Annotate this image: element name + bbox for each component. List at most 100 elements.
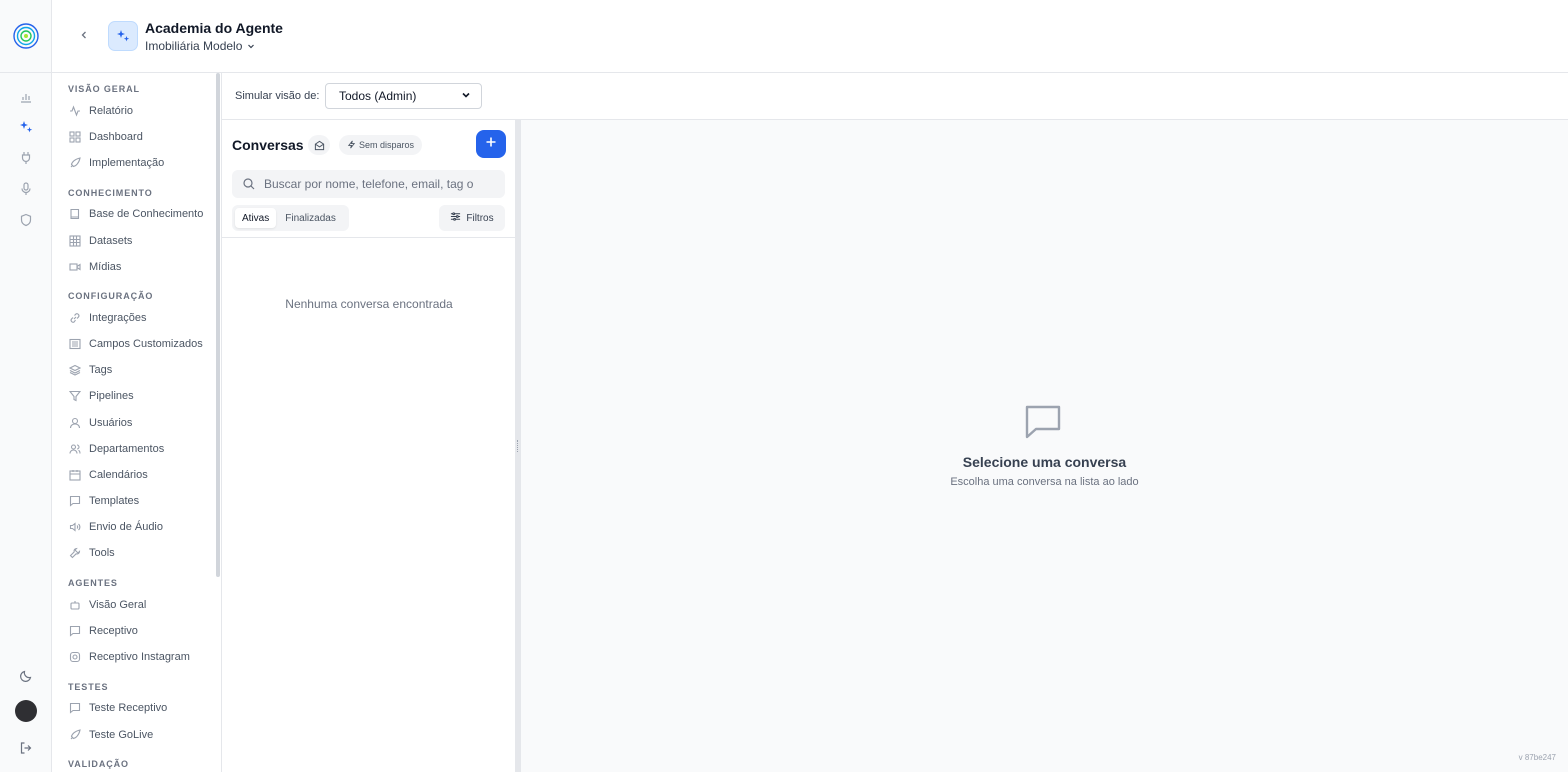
sidebar-item-label: Integrações (89, 312, 147, 324)
microphone-icon[interactable] (17, 180, 35, 198)
message-square-icon (68, 625, 81, 638)
filters-label: Filtros (466, 212, 494, 224)
chevron-down-icon (247, 39, 255, 53)
sidebar-item-label: Datasets (89, 235, 133, 247)
sparkles-icon[interactable] (17, 118, 35, 136)
tab-ativas[interactable]: Ativas (235, 208, 277, 228)
sidebar-item-relatorio[interactable]: Relatório (68, 101, 133, 121)
sidebar-item-implementacao[interactable]: Implementação (68, 153, 164, 173)
link-icon (68, 312, 81, 325)
sidebar-item-midias[interactable]: Mídias (68, 257, 121, 277)
sidebar-item-label: Receptivo Instagram (89, 651, 190, 663)
sidebar-item-campos-customizados[interactable]: Campos Customizados (68, 334, 203, 354)
simulate-toolbar: Simular visão de: Todos (Admin) (222, 73, 1568, 120)
search-input[interactable] (264, 170, 500, 198)
shield-icon[interactable] (17, 211, 35, 229)
sidebar-item-label: Usuários (89, 417, 133, 429)
agent-sparkles-icon (108, 21, 138, 51)
sidebar-item-pipelines[interactable]: Pipelines (68, 386, 134, 406)
sidebar-item-label: Departamentos (89, 443, 165, 455)
sidebar-item-label: Calendários (89, 469, 148, 481)
sidebar-item-base-conhecimento[interactable]: Base de Conhecimento (68, 204, 203, 224)
sidebar-item-calendarios[interactable]: Calendários (68, 465, 148, 485)
conversations-panel: Conversas Sem disparos Ativas Finalizada… (222, 120, 516, 772)
workspace-name: Imobiliária Modelo (145, 39, 243, 53)
sidebar-item-receptivo[interactable]: Receptivo (68, 621, 138, 641)
sidebar-item-label: Campos Customizados (89, 338, 203, 350)
moon-icon[interactable] (17, 667, 35, 685)
plug-icon[interactable] (17, 149, 35, 167)
message-square-icon (1023, 403, 1063, 441)
zap-icon (347, 140, 356, 151)
search-box (232, 170, 505, 198)
sidebar: VISÃO GERAL Relatório Dashboard Implemen… (52, 73, 222, 772)
speaker-icon (68, 521, 81, 534)
sidebar-item-label: Tags (89, 364, 113, 376)
simulate-view-value: Todos (Admin) (339, 89, 417, 103)
app-rail (0, 0, 52, 772)
sidebar-item-datasets[interactable]: Datasets (68, 231, 132, 251)
sidebar-item-label: Tools (89, 547, 115, 559)
sidebar-item-usuarios[interactable]: Usuários (68, 413, 132, 433)
sidebar-item-visao-geral[interactable]: Visão Geral (68, 595, 146, 615)
wrench-icon (68, 547, 81, 560)
simulate-label: Simular visão de: (235, 90, 320, 102)
bot-icon (68, 599, 81, 612)
page-header: Academia do Agente Imobiliária Modelo (52, 0, 1568, 73)
section-validacao: VALIDAÇÃO (68, 759, 129, 769)
list-icon (68, 338, 81, 351)
message-square-icon (68, 495, 81, 508)
sidebar-item-envio-audio[interactable]: Envio de Áudio (68, 517, 163, 537)
sidebar-item-label: Relatório (89, 105, 134, 117)
conversations-divider (222, 237, 516, 238)
conversation-tabs: Ativas Finalizadas (232, 205, 349, 231)
section-visao-geral: VISÃO GERAL (68, 84, 140, 94)
sidebar-item-teste-receptivo[interactable]: Teste Receptivo (68, 698, 167, 718)
sidebar-item-tags[interactable]: Tags (68, 360, 112, 380)
sidebar-item-departamentos[interactable]: Departamentos (68, 439, 164, 459)
sidebar-item-label: Dashboard (89, 131, 143, 143)
filter-icon (68, 390, 81, 403)
sidebar-item-label: Visão Geral (89, 599, 147, 611)
sem-disparos-badge[interactable]: Sem disparos (339, 135, 423, 155)
book-icon (68, 208, 81, 221)
workspace-selector[interactable]: Imobiliária Modelo (145, 39, 255, 53)
sidebar-item-label: Envio de Áudio (89, 521, 163, 533)
sidebar-item-teste-golive[interactable]: Teste GoLive (68, 725, 153, 745)
user-avatar[interactable] (15, 700, 37, 722)
version-label: v 87be247 (1518, 753, 1556, 762)
page-title: Academia do Agente (145, 20, 283, 36)
sidebar-item-templates[interactable]: Templates (68, 491, 139, 511)
filters-button[interactable]: Filtros (439, 205, 505, 231)
sem-disparos-label: Sem disparos (359, 140, 415, 150)
bar-chart-icon[interactable] (17, 88, 35, 106)
sidebar-scrollbar[interactable] (216, 73, 220, 577)
simulate-view-select[interactable]: Todos (Admin) (325, 83, 482, 109)
sidebar-item-integracoes[interactable]: Integrações (68, 308, 146, 328)
sidebar-item-label: Mídias (89, 261, 122, 273)
conversations-title: Conversas (232, 137, 304, 153)
sidebar-item-tools[interactable]: Tools (68, 543, 115, 563)
sidebar-item-label: Templates (89, 495, 140, 507)
app-logo-icon[interactable] (13, 23, 39, 49)
logout-icon[interactable] (17, 739, 35, 757)
section-agentes: AGENTES (68, 578, 118, 588)
section-configuracao: CONFIGURAÇÃO (68, 291, 154, 301)
new-conversation-button[interactable] (476, 130, 506, 158)
chevron-down-icon (461, 89, 471, 103)
empty-state-subtitle: Escolha uma conversa na lista ao lado (950, 476, 1139, 488)
back-chevron-icon[interactable] (76, 27, 92, 43)
empty-conversations-text: Nenhuma conversa encontrada (285, 297, 453, 311)
sliders-icon (450, 211, 461, 225)
user-icon (68, 417, 81, 430)
plus-icon (485, 135, 497, 153)
sidebar-item-dashboard[interactable]: Dashboard (68, 127, 143, 147)
sidebar-item-receptivo-instagram[interactable]: Receptivo Instagram (68, 647, 190, 667)
tab-finalizadas[interactable]: Finalizadas (278, 208, 343, 228)
inbox-icon[interactable] (308, 135, 330, 155)
sidebar-item-label: Teste GoLive (89, 729, 154, 741)
section-testes: TESTES (68, 682, 109, 692)
calendar-icon (68, 469, 81, 482)
table-icon (68, 235, 81, 248)
instagram-icon (68, 651, 81, 664)
